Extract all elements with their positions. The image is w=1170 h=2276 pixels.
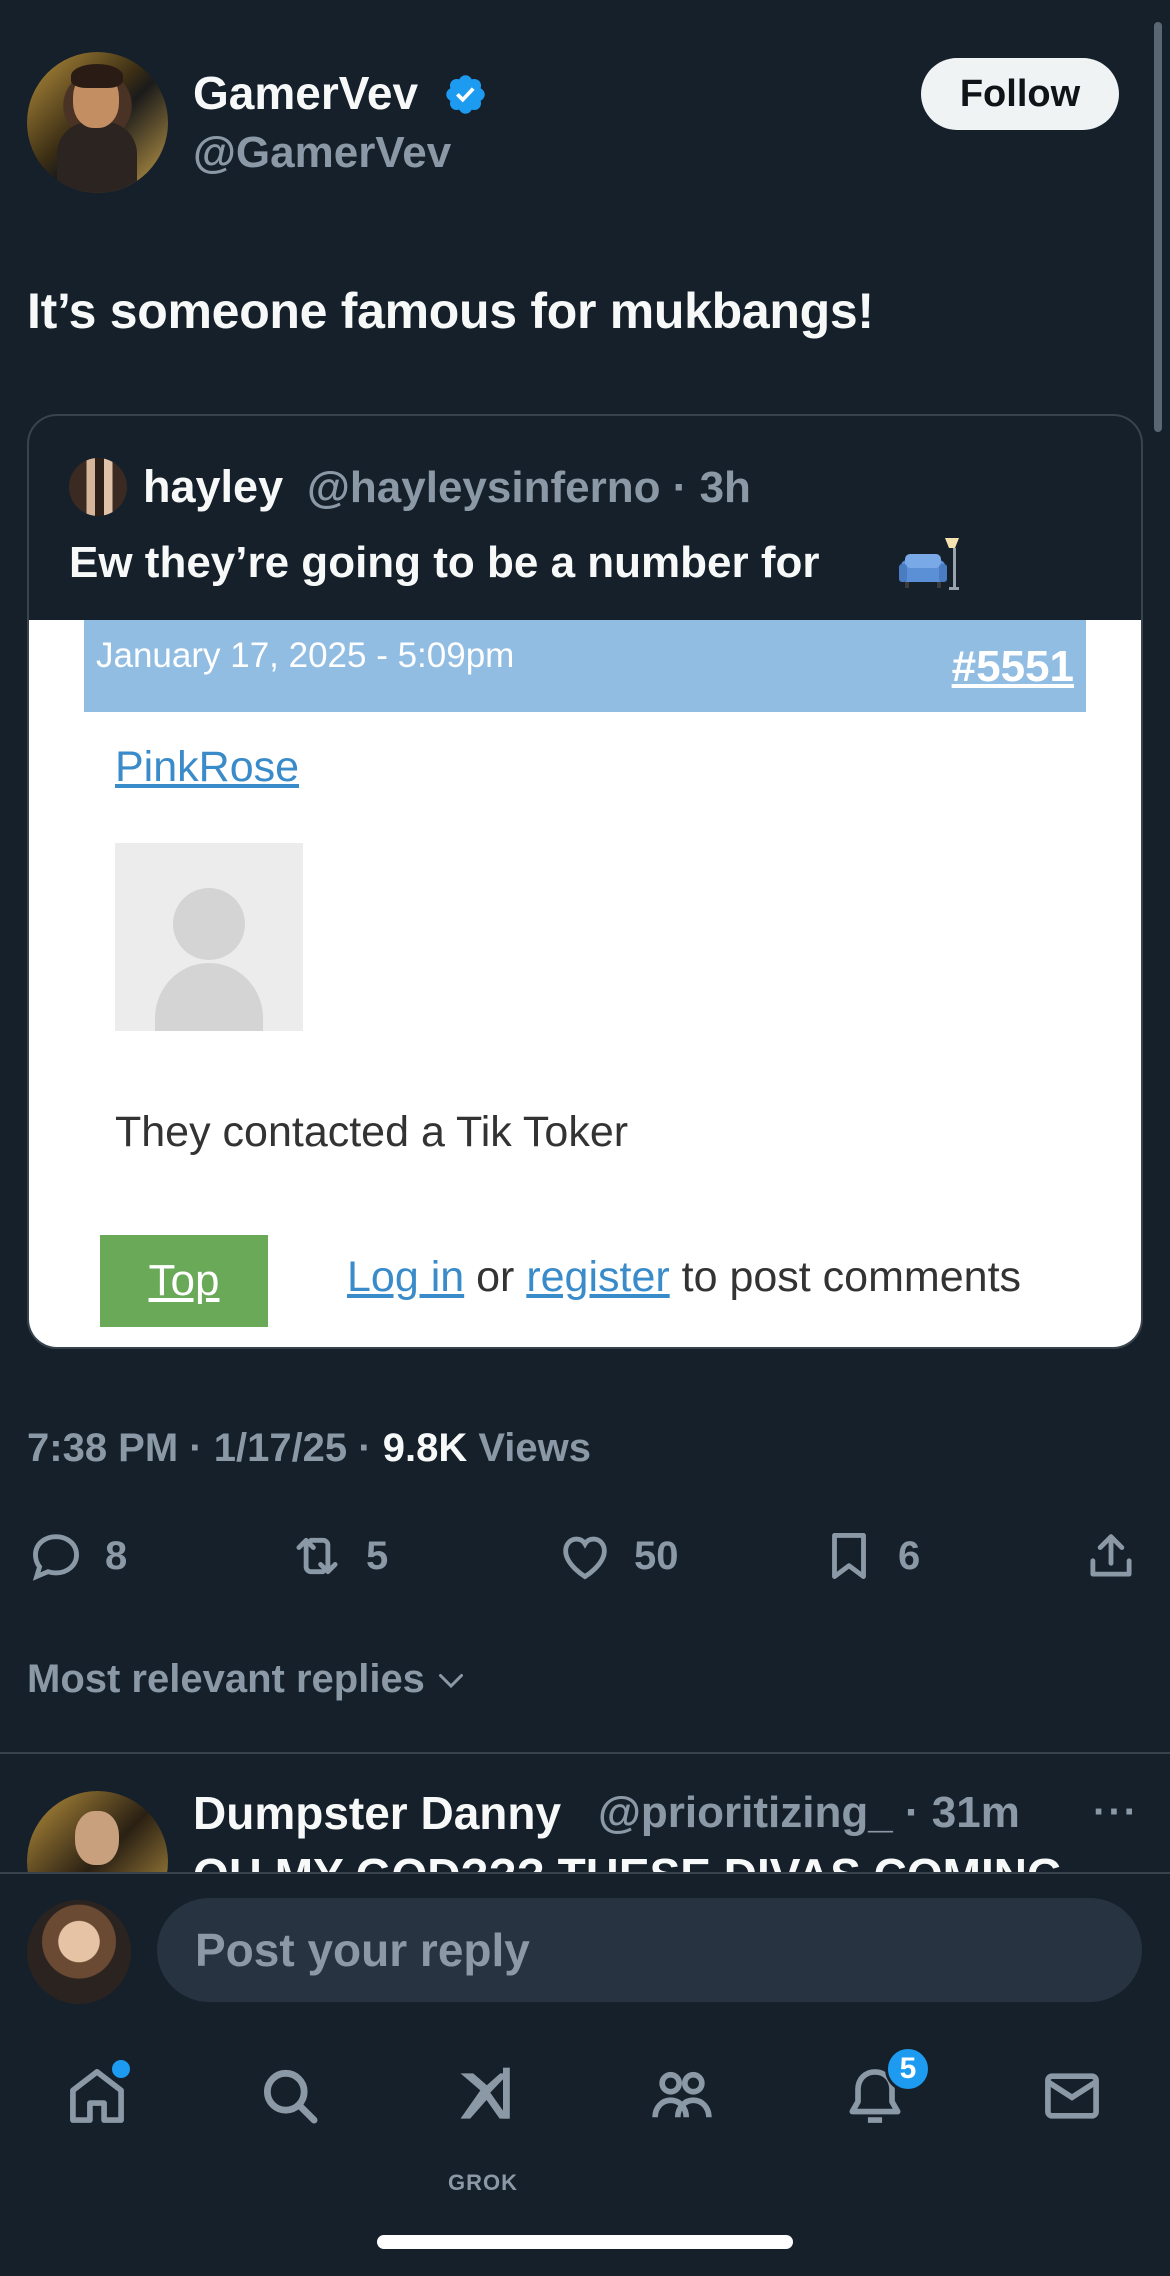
forum-login-prompt: Log in or register to post comments bbox=[347, 1253, 1021, 1302]
reply-button[interactable]: 8 bbox=[27, 1520, 127, 1592]
divider bbox=[0, 1752, 1170, 1754]
search-icon bbox=[263, 2069, 318, 2124]
forum-login-link: Log in bbox=[347, 1253, 465, 1301]
author-handle[interactable]: @GamerVev bbox=[193, 128, 451, 178]
author-avatar[interactable] bbox=[27, 52, 168, 193]
like-count: 50 bbox=[634, 1533, 679, 1578]
couch-and-lamp-icon bbox=[899, 538, 959, 590]
forum-post-number: #5551 bbox=[951, 642, 1074, 691]
quoted-author-avatar bbox=[69, 458, 127, 516]
nav-messages[interactable] bbox=[1032, 2056, 1112, 2136]
home-indicator[interactable] bbox=[377, 2235, 793, 2249]
replies-sort-dropdown[interactable]: Most relevant replies bbox=[27, 1657, 469, 1702]
default-user-avatar-icon bbox=[115, 843, 303, 1031]
forum-post-header: January 17, 2025 - 5:09pm #5551 bbox=[84, 620, 1086, 712]
nav-notifications[interactable]: 5 bbox=[835, 2046, 931, 2136]
avatar-figure-hair bbox=[71, 64, 123, 88]
forum-suffix-text: to post comments bbox=[669, 1253, 1022, 1301]
scrollbar[interactable] bbox=[1154, 22, 1162, 432]
tweet-timestamp[interactable]: 7:38 PM · 1/17/25 · bbox=[27, 1426, 383, 1470]
nav-grok[interactable]: GROK bbox=[446, 2056, 526, 2195]
reply-icon bbox=[32, 1534, 79, 1581]
grok-label: GROK bbox=[448, 2170, 518, 2195]
forum-register-link: register bbox=[526, 1253, 670, 1301]
more-options-icon[interactable]: ··· bbox=[1093, 1790, 1139, 1835]
reply-text: OH MY GOD??? THESE DIVAS COMING bbox=[193, 1852, 1093, 1872]
reply-composer: Post your reply bbox=[0, 1872, 1170, 2020]
retweet-button[interactable]: 5 bbox=[288, 1520, 388, 1592]
heart-icon bbox=[563, 1536, 607, 1580]
forum-post-date: January 17, 2025 - 5:09pm bbox=[96, 636, 515, 675]
nav-search[interactable] bbox=[250, 2056, 330, 2136]
retweet-icon bbox=[296, 1537, 338, 1575]
verified-badge-icon bbox=[446, 75, 485, 114]
tweet-metadata: 7:38 PM · 1/17/25 · 9.8K Views bbox=[27, 1426, 591, 1471]
avatar-placeholder-head bbox=[173, 888, 245, 960]
bookmark-button[interactable]: 6 bbox=[820, 1520, 920, 1592]
forum-username: PinkRose bbox=[115, 743, 300, 791]
share-icon bbox=[1090, 1534, 1132, 1577]
nav-home[interactable] bbox=[57, 2056, 137, 2136]
mail-icon bbox=[1045, 2073, 1099, 2119]
reply-author-handle[interactable]: @prioritizing_ · 31m bbox=[598, 1788, 1020, 1838]
follow-button[interactable]: Follow bbox=[921, 58, 1119, 130]
retweet-count: 5 bbox=[366, 1533, 389, 1578]
current-user-avatar[interactable] bbox=[27, 1900, 131, 2004]
forum-comment-text: They contacted a Tik Toker bbox=[115, 1108, 629, 1156]
avatar-figure-body bbox=[57, 122, 137, 193]
reply-author-name[interactable]: Dumpster Danny bbox=[193, 1786, 561, 1840]
bookmark-icon bbox=[832, 1533, 866, 1579]
avatar-placeholder-torso bbox=[155, 963, 263, 1031]
nav-communities[interactable] bbox=[642, 2056, 722, 2136]
like-button[interactable]: 50 bbox=[556, 1520, 679, 1592]
reply-count: 8 bbox=[105, 1533, 128, 1578]
reply-text-container: OH MY GOD??? THESE DIVAS COMING bbox=[193, 1852, 1093, 1872]
quoted-tweet-card[interactable]: hayley @hayleysinferno · 3h Ew they’re g… bbox=[27, 414, 1143, 1349]
forum-top-button: Top bbox=[100, 1235, 268, 1327]
author-name[interactable]: GamerVev bbox=[193, 66, 418, 120]
replies-sort-label: Most relevant replies bbox=[27, 1657, 425, 1701]
reply-input[interactable]: Post your reply bbox=[157, 1898, 1142, 2002]
forum-or-text: or bbox=[464, 1253, 527, 1301]
reply-avatar-face bbox=[75, 1811, 119, 1865]
tweet-detail-screen: GamerVev @GamerVev Follow It’s someone f… bbox=[0, 0, 1170, 2276]
share-button[interactable] bbox=[1082, 1520, 1140, 1592]
quoted-media-screenshot[interactable]: January 17, 2025 - 5:09pm #5551 PinkRose… bbox=[29, 620, 1141, 1347]
quoted-tweet-text: Ew they’re going to be a number for bbox=[69, 538, 820, 587]
bookmark-count: 6 bbox=[898, 1533, 921, 1578]
chevron-down-icon bbox=[438, 1673, 463, 1688]
home-new-dot bbox=[112, 2060, 130, 2078]
communities-icon bbox=[652, 2071, 712, 2118]
tweet-text: It’s someone famous for mukbangs! bbox=[27, 283, 874, 339]
views-count[interactable]: 9.8K bbox=[383, 1426, 468, 1470]
quoted-author-handle: @hayleysinferno · 3h bbox=[307, 463, 751, 512]
grok-icon bbox=[460, 2067, 510, 2119]
notifications-badge: 5 bbox=[885, 2046, 931, 2092]
views-label[interactable]: Views bbox=[467, 1426, 591, 1470]
quoted-author-name: hayley bbox=[143, 461, 284, 512]
